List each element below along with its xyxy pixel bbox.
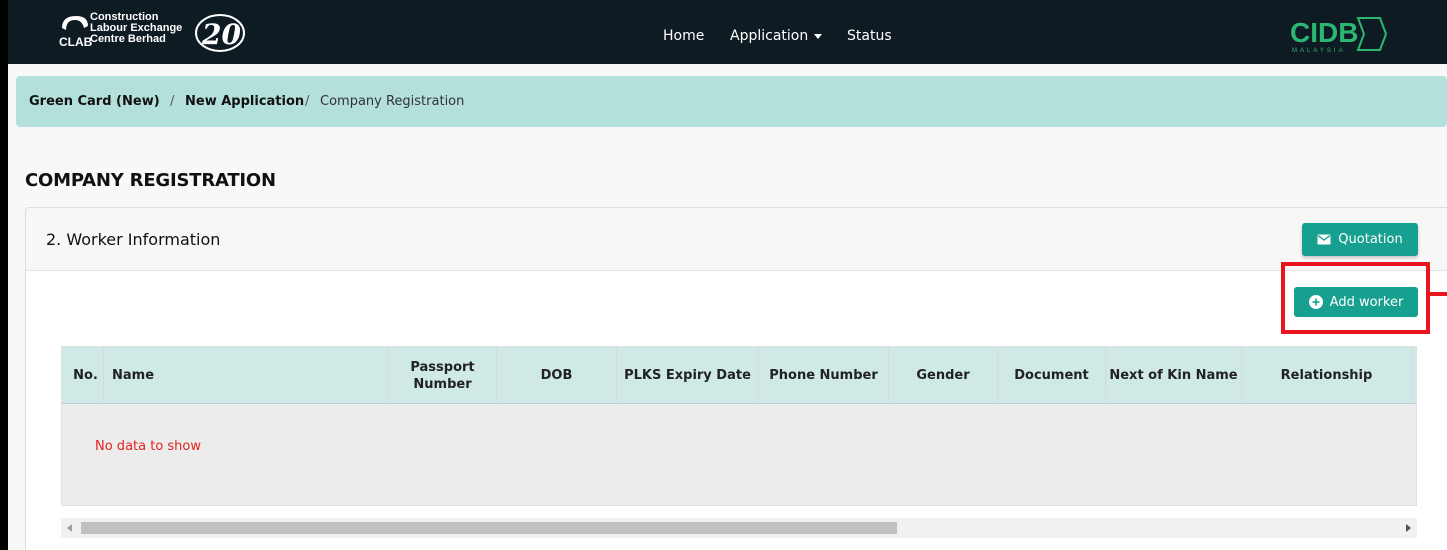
- annotation-pointer-line: [1430, 292, 1447, 296]
- column-header-no: No.: [62, 347, 104, 404]
- cidb-sub: MALAYSIA: [1292, 48, 1346, 54]
- nav-home[interactable]: Home: [663, 27, 704, 45]
- scroll-right-icon[interactable]: [1406, 524, 1411, 532]
- table-header-row: No. Name Passport Number DOB PLKS Expiry…: [62, 347, 1416, 404]
- scrollbar-thumb[interactable]: [81, 522, 897, 534]
- column-header-document: Document: [998, 347, 1106, 404]
- column-header-gender: Gender: [889, 347, 998, 404]
- breadcrumb-green-card[interactable]: Green Card (New): [29, 94, 160, 110]
- quotation-label: Quotation: [1338, 232, 1403, 247]
- scroll-left-icon[interactable]: [67, 524, 72, 532]
- nav-application[interactable]: Application: [730, 27, 823, 45]
- annotation-highlight-box: [1281, 262, 1430, 334]
- horizontal-scrollbar[interactable]: [61, 518, 1417, 538]
- worker-info-card: 2. Worker Information Quotation Add work…: [25, 207, 1447, 550]
- cidb-logo-icon: CIDB MALAYSIA: [1290, 17, 1388, 54]
- column-header-plks-expiry: PLKS Expiry Date: [617, 347, 759, 404]
- breadcrumb: Green Card (New) / New Application / Com…: [16, 76, 1447, 127]
- breadcrumb-current: Company Registration: [320, 94, 465, 109]
- breadcrumb-separator: /: [170, 94, 175, 109]
- worker-table: No. Name Passport Number DOB PLKS Expiry…: [61, 346, 1417, 506]
- caret-down-icon: [814, 33, 823, 39]
- cidb-text: CIDB: [1290, 17, 1358, 48]
- nav-status[interactable]: Status: [847, 27, 892, 45]
- page-title: COMPANY REGISTRATION: [25, 170, 276, 191]
- app-frame: CLAB Construction Labour Exchange Centre…: [8, 0, 1447, 550]
- column-header-passport: Passport Number: [389, 347, 497, 404]
- envelope-icon: [1317, 234, 1331, 245]
- main-nav: Home Application Status: [8, 0, 1447, 64]
- column-header-phone: Phone Number: [759, 347, 889, 404]
- column-header-next-of-kin: Next of Kin Name: [1106, 347, 1242, 404]
- column-header-dob: DOB: [497, 347, 617, 404]
- card-title: 2. Worker Information: [46, 230, 221, 249]
- empty-table-message: No data to show: [95, 439, 202, 454]
- column-header-name: Name: [104, 347, 389, 404]
- breadcrumb-new-application[interactable]: New Application: [185, 94, 304, 110]
- column-header-relationship: Relationship: [1242, 347, 1412, 404]
- nav-application-label: Application: [730, 28, 809, 44]
- quotation-button[interactable]: Quotation: [1302, 223, 1418, 256]
- breadcrumb-separator: /: [305, 94, 310, 109]
- top-navbar: CLAB Construction Labour Exchange Centre…: [8, 0, 1447, 64]
- card-header: 2. Worker Information Quotation: [26, 208, 1447, 271]
